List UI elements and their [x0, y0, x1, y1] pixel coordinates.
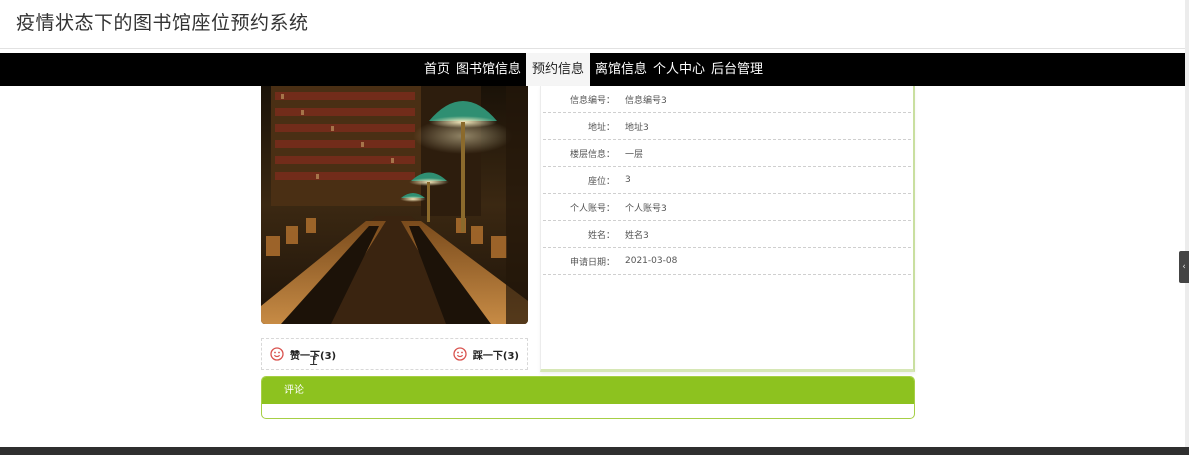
vote-bar: 赞一下(3) 踩一下(3): [261, 338, 528, 370]
detail-label: 楼层信息：: [569, 149, 615, 160]
detail-label: 姓名：: [587, 230, 615, 241]
detail-row: 地址： 地址3: [543, 113, 911, 140]
text-cursor-icon: Ɪ: [310, 354, 318, 369]
detail-row: 申请日期： 2021-03-08: [543, 248, 911, 275]
chevron-left-icon: ‹: [1182, 262, 1186, 272]
detail-value: 个人账号3: [625, 203, 667, 214]
detail-row: 楼层信息： 一层: [543, 140, 911, 167]
detail-value: 信息编号3: [625, 95, 667, 106]
smile-icon: [453, 347, 467, 361]
comment-header: 评论: [262, 377, 914, 404]
window-edge: [1185, 0, 1189, 455]
detail-value: 一层: [625, 149, 644, 160]
detail-value: 2021-03-08: [625, 256, 678, 266]
dislike-button[interactable]: 踩一下(3): [453, 347, 519, 362]
detail-label: 个人账号：: [569, 203, 615, 214]
library-photo-image: [261, 86, 528, 324]
nav-item-admin[interactable]: 后台管理: [708, 53, 766, 86]
dislike-label: 踩一下(3): [472, 350, 519, 362]
detail-label: 地址：: [587, 122, 615, 133]
reservation-detail-panel: 信息编号： 信息编号3 地址： 地址3 楼层信息： 一层 座位： 3 个人账号：…: [540, 86, 915, 372]
detail-value: 姓名3: [625, 230, 649, 241]
detail-value: 3: [625, 175, 631, 185]
detail-value: 地址3: [625, 122, 649, 133]
library-photo: [261, 86, 528, 324]
nav-item-home[interactable]: 首页: [421, 53, 453, 86]
smile-icon: [270, 347, 284, 361]
comment-section: 评论: [261, 376, 915, 419]
detail-row: 座位： 3: [543, 167, 911, 194]
detail-row: 个人账号： 个人账号3: [543, 194, 911, 221]
detail-label: 座位：: [587, 176, 615, 187]
detail-row: 姓名： 姓名3: [543, 221, 911, 248]
detail-row: 信息编号： 信息编号3: [543, 86, 911, 113]
nav-item-library-info[interactable]: 图书馆信息: [453, 53, 524, 86]
side-toggle-tab[interactable]: ‹: [1179, 251, 1189, 283]
detail-label: 信息编号：: [569, 95, 615, 106]
header-divider: [0, 48, 1189, 49]
like-button[interactable]: 赞一下(3): [270, 347, 336, 362]
nav-item-reservation-info[interactable]: 预约信息: [525, 53, 590, 86]
detail-label: 申请日期：: [569, 257, 615, 268]
footer-bar: [0, 447, 1189, 455]
nav-item-leave-info[interactable]: 离馆信息: [592, 53, 650, 86]
main-navbar: 首页 图书馆信息 预约信息 离馆信息 个人中心 后台管理: [0, 53, 1187, 86]
site-title: 疫情状态下的图书馆座位预约系统: [16, 12, 309, 34]
nav-item-personal-center[interactable]: 个人中心: [650, 53, 708, 86]
page: 疫情状态下的图书馆座位预约系统 首页 图书馆信息 预约信息 离馆信息 个人中心 …: [0, 0, 1189, 455]
